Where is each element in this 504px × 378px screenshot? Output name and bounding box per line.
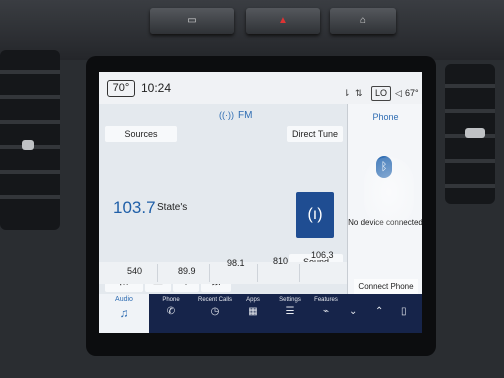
- left-vent-knob: [22, 140, 34, 150]
- nav-settings-label: Settings: [279, 297, 301, 303]
- nav-features-label: Features: [314, 297, 338, 303]
- features-icon: ⌁: [322, 306, 330, 317]
- cabin-temp-button[interactable]: 70°: [107, 80, 135, 97]
- clock-icon: ◷: [210, 306, 220, 317]
- music-note-icon: ♫: [119, 306, 129, 320]
- radio-artwork: (ı): [296, 192, 334, 238]
- volume-icon: ◁: [395, 88, 402, 98]
- preset-3[interactable]: 98.1: [227, 258, 245, 268]
- chevron-down-icon[interactable]: ⌄: [349, 306, 357, 317]
- settings-sliders-icon: ☰: [285, 306, 295, 317]
- connect-phone-button[interactable]: Connect Phone: [354, 279, 418, 295]
- nav-audio-label: Audio: [115, 296, 133, 303]
- connectivity-icon: ⇅: [355, 88, 363, 98]
- nav-features[interactable]: Features ⌁: [308, 294, 344, 333]
- direct-tune-button[interactable]: Direct Tune: [287, 126, 343, 142]
- phone-icon: ✆: [166, 306, 176, 317]
- preset-4[interactable]: 810: [273, 256, 288, 266]
- preset-5[interactable]: 106.3: [311, 250, 334, 260]
- preset-bar: 540 89.9 98.1 810 106.3: [99, 250, 347, 284]
- chevron-up-icon[interactable]: ⌃: [375, 306, 383, 317]
- hazard-button: ▲: [246, 8, 320, 34]
- source-label: FM: [238, 110, 253, 121]
- hazard-icon: ▲: [278, 15, 288, 26]
- exterior-temp: 67°: [405, 88, 419, 98]
- dash-button-left: ▭: [150, 8, 234, 34]
- source-tab[interactable]: ((·)) FM: [219, 110, 252, 121]
- station-name: State's: [157, 202, 188, 213]
- infotainment-screen: 70° 10:24 ⇂ ⇅ LO ◁ 67° ((·)) FM Sources D…: [99, 72, 422, 333]
- signal-icon: ⇂: [343, 88, 351, 98]
- screen-glare: [364, 157, 414, 227]
- dash-icon-right: ⌂: [359, 15, 367, 26]
- dash-icon-left: ▭: [187, 15, 197, 26]
- sources-button[interactable]: Sources: [105, 126, 177, 142]
- right-vent-knob: [465, 128, 485, 138]
- preset-2[interactable]: 89.9: [178, 266, 196, 276]
- nav-apps[interactable]: Apps ▦: [235, 294, 271, 333]
- nav-settings[interactable]: Settings ☰: [272, 294, 308, 333]
- status-bar: 70° 10:24 ⇂ ⇅ LO ◁ 67°: [99, 72, 422, 104]
- phone-title: Phone: [372, 112, 399, 122]
- phone-device-icon[interactable]: ▯: [401, 306, 407, 317]
- climate-mode-button[interactable]: LO: [371, 86, 391, 101]
- bottom-nav: Audio ♫ Phone ✆ Recent Calls ◷ Apps ▦ Se…: [99, 294, 422, 333]
- radio-wave-icon: ((·)): [219, 110, 234, 120]
- clock: 10:24: [141, 81, 172, 95]
- dash-button-right: ⌂: [330, 8, 396, 34]
- apps-grid-icon: ▦: [248, 306, 258, 317]
- nav-audio[interactable]: Audio ♫: [99, 294, 149, 333]
- preset-1[interactable]: 540: [127, 266, 142, 276]
- nav-apps-label: Apps: [246, 297, 260, 303]
- nav-phone[interactable]: Phone ✆: [153, 294, 189, 333]
- frequency-display: 103.7: [113, 198, 156, 217]
- nav-phone-label: Phone: [162, 297, 180, 303]
- nav-recent-calls-label: Recent Calls: [197, 297, 232, 303]
- radio-tower-icon: (ı): [307, 206, 323, 223]
- nav-recent-calls[interactable]: Recent Calls ◷: [195, 294, 235, 333]
